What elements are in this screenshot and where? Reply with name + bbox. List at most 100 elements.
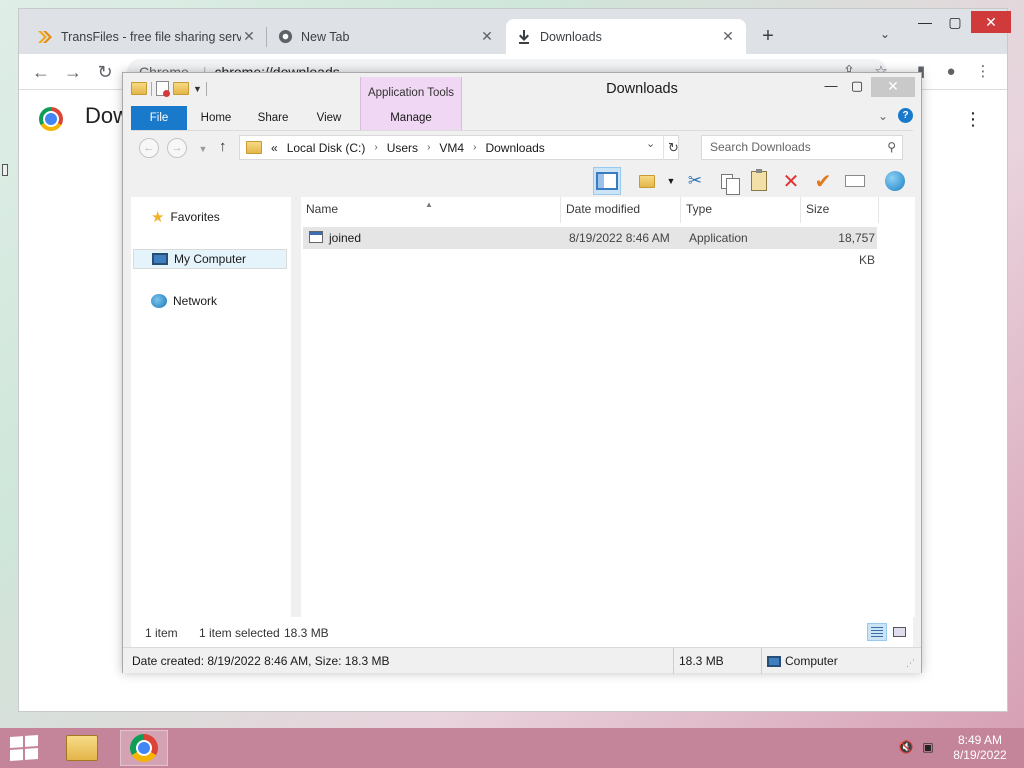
star-icon: ★: [151, 209, 165, 226]
copy-icon: [721, 173, 740, 195]
close-tab-icon[interactable]: ✕: [479, 28, 495, 45]
tab-file[interactable]: File: [131, 106, 187, 130]
details-view-icon: [871, 627, 883, 637]
window-title: Downloads: [606, 81, 678, 97]
address-row: ← → ▼ ↑ « Local Disk (C:) › Users › VM4 …: [131, 133, 913, 163]
folder-checklist-icon: [639, 174, 655, 188]
breadcrumb-vm4[interactable]: VM4: [439, 141, 464, 155]
details-status-bar: Date created: 8/19/2022 8:46 AM, Size: 1…: [123, 647, 921, 674]
folder-icon: [246, 141, 262, 154]
ribbon-tabs: File Home Share View Manage: [131, 106, 913, 130]
nav-my-computer[interactable]: My Computer: [133, 249, 287, 269]
minimize-icon[interactable]: —: [817, 77, 845, 97]
column-header-type[interactable]: Type: [681, 197, 801, 223]
table-row[interactable]: joined 8/19/2022 8:46 AM Application 18,…: [303, 227, 877, 267]
preview-pane-button[interactable]: [593, 167, 621, 195]
checkmark-icon[interactable]: ✔: [809, 167, 837, 195]
nav-favorites[interactable]: ★ Favorites: [133, 207, 287, 227]
globe-button[interactable]: [881, 167, 909, 195]
globe-icon: [885, 171, 905, 191]
tab-search-chevron-icon[interactable]: ⌄: [877, 27, 893, 43]
file-date: 8/19/2022 8:46 AM: [569, 231, 670, 245]
recent-locations-chevron-icon[interactable]: ▼: [193, 139, 213, 159]
selection-size: 18.3 MB: [284, 626, 329, 640]
rename-icon: [845, 175, 865, 187]
windows-logo-icon: [10, 736, 23, 748]
file-size: 18,757 KB: [838, 231, 875, 267]
close-tab-icon[interactable]: ✕: [720, 28, 736, 45]
file-name: joined: [329, 231, 362, 245]
file-explorer-icon: [66, 735, 98, 761]
new-tab-icon[interactable]: +: [757, 25, 779, 47]
back-icon[interactable]: ←: [31, 62, 51, 82]
tab-share[interactable]: Share: [249, 106, 297, 130]
computer-icon: [767, 655, 781, 667]
network-tray-icon[interactable]: ▣: [920, 740, 936, 756]
column-header-size[interactable]: Size: [801, 197, 879, 223]
forward-icon[interactable]: →: [63, 62, 83, 82]
explorer-titlebar: ▼ Downloads — ▢ ✕: [123, 73, 921, 105]
forward-icon[interactable]: →: [167, 138, 187, 158]
breadcrumb-local-disk[interactable]: Local Disk (C:): [287, 141, 366, 155]
help-icon[interactable]: ?: [898, 108, 913, 123]
profile-avatar-icon[interactable]: ●: [941, 62, 961, 82]
explorer-window: ▼ Downloads — ▢ ✕ Application Tools File…: [122, 72, 922, 674]
close-tab-icon[interactable]: ✕: [241, 28, 257, 45]
volume-muted-icon[interactable]: 🔇: [898, 740, 914, 756]
breadcrumb-chevron-icon[interactable]: ›: [427, 142, 430, 153]
tab-strip: TransFiles - free file sharing servic ✕ …: [19, 9, 1011, 54]
close-window-icon[interactable]: ✕: [871, 77, 915, 97]
transfiles-icon: [37, 29, 53, 45]
back-icon[interactable]: ←: [139, 138, 159, 158]
tab-downloads[interactable]: Downloads ✕: [506, 19, 746, 54]
resize-grip-icon[interactable]: ⋰: [906, 658, 915, 669]
copy-button[interactable]: [713, 167, 741, 195]
date-created-text: Date created: 8/19/2022 8:46 AM, Size: 1…: [132, 654, 390, 668]
tab-manage[interactable]: Manage: [381, 106, 441, 130]
preview-pane-icon: [596, 172, 618, 190]
large-icons-view-button[interactable]: [889, 623, 909, 641]
clock-date: 8/19/2022: [953, 748, 1007, 762]
page-menu-icon[interactable]: ⋮: [964, 109, 982, 130]
up-folder-icon[interactable]: ↑: [219, 138, 227, 155]
breadcrumb[interactable]: « Local Disk (C:) › Users › VM4 › Downlo…: [239, 135, 679, 160]
close-window-icon[interactable]: ✕: [971, 11, 1011, 33]
taskbar-file-explorer[interactable]: [58, 730, 106, 766]
maximize-icon[interactable]: ▢: [937, 9, 973, 37]
details-view-button[interactable]: [867, 623, 887, 641]
system-clock[interactable]: 8:49 AM 8/19/2022: [940, 733, 1020, 763]
tab-new-tab[interactable]: New Tab ✕: [267, 19, 505, 54]
breadcrumb-overflow[interactable]: «: [271, 141, 278, 155]
selection-count: 1 item selected: [199, 626, 280, 640]
nav-network[interactable]: Network: [133, 291, 287, 311]
reload-icon[interactable]: ↻: [95, 62, 115, 82]
cut-icon[interactable]: ✂: [681, 167, 709, 195]
taskbar: 🔇 ▣ 8:49 AM 8/19/2022: [0, 728, 1024, 768]
breadcrumb-chevron-icon[interactable]: ›: [473, 142, 476, 153]
column-header-name[interactable]: Name ▲: [301, 197, 561, 223]
tab-home[interactable]: Home: [193, 106, 239, 130]
expand-ribbon-chevron-icon[interactable]: ⌄: [878, 109, 888, 123]
refresh-icon[interactable]: ↻: [663, 135, 683, 160]
download-icon: [516, 29, 532, 45]
search-placeholder: Search Downloads: [710, 140, 811, 154]
delete-icon[interactable]: ✕: [777, 167, 805, 195]
tab-view[interactable]: View: [307, 106, 351, 130]
breadcrumb-chevron-icon[interactable]: ›: [374, 142, 377, 153]
rename-button[interactable]: [841, 167, 869, 195]
taskbar-chrome[interactable]: [120, 730, 168, 766]
column-header-date-modified[interactable]: Date modified: [561, 197, 681, 223]
desktop-edge-marker: [2, 164, 8, 176]
paste-button[interactable]: [745, 167, 773, 195]
breadcrumb-downloads[interactable]: Downloads: [485, 141, 544, 155]
search-icon[interactable]: ⚲: [887, 136, 896, 159]
start-button[interactable]: [10, 735, 38, 761]
search-input[interactable]: Search Downloads ⚲: [701, 135, 903, 160]
maximize-icon[interactable]: ▢: [843, 77, 871, 97]
menu-dots-icon[interactable]: ⋮: [973, 62, 993, 82]
item-count: 1 item: [145, 626, 178, 640]
address-dropdown-chevron-icon[interactable]: ⌄: [646, 137, 655, 150]
breadcrumb-users[interactable]: Users: [387, 141, 418, 155]
tab-transfiles[interactable]: TransFiles - free file sharing servic ✕: [27, 19, 267, 54]
location-text: Computer: [785, 654, 838, 668]
